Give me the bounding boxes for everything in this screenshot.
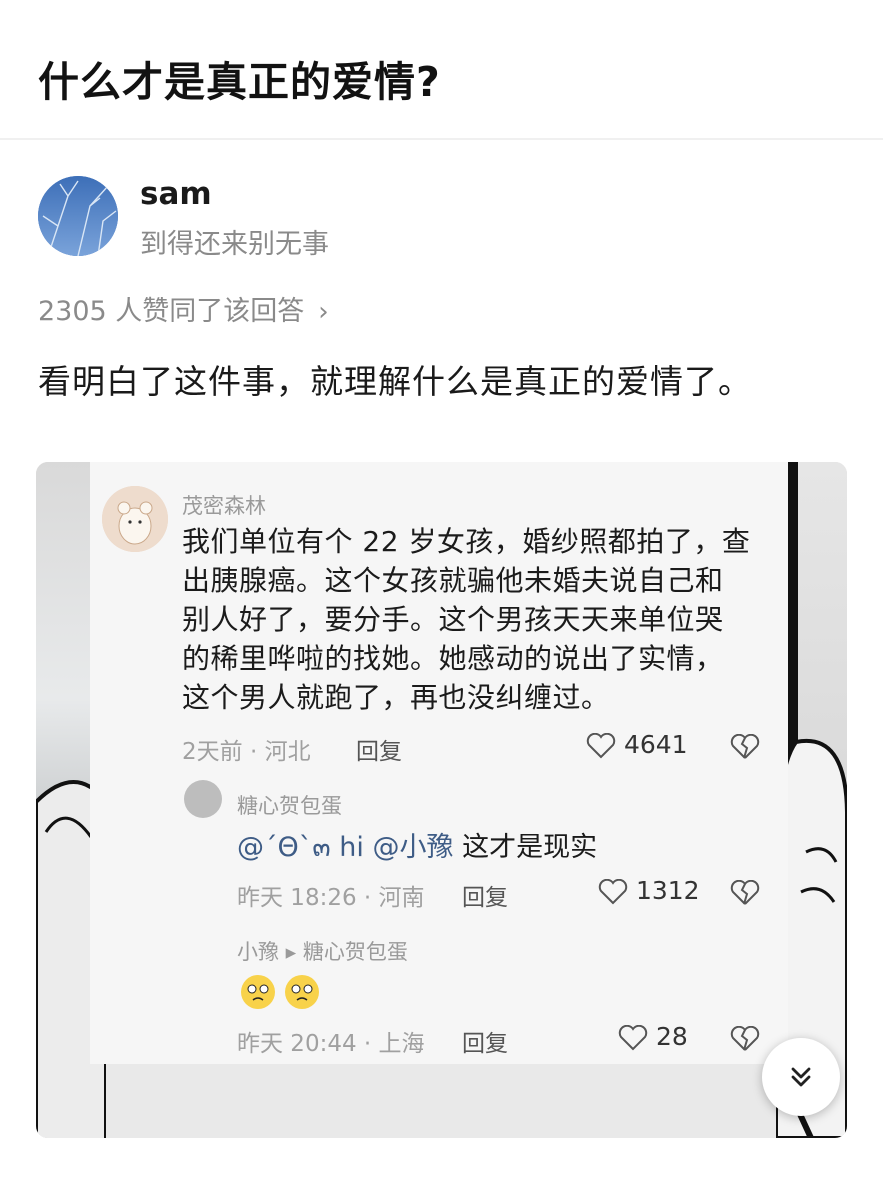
mention: @ˊΘˋ๓ hi <box>237 832 364 863</box>
comment-line: 别人好了，要分手。这个男孩天天来单位哭 <box>182 603 724 636</box>
likes-count: 4641 <box>623 730 688 759</box>
avatar-image <box>38 176 118 256</box>
reply-meta: 昨天 20:44 · 上海 <box>237 1031 425 1057</box>
likes-text: 2305 人赞同了该回答 <box>38 296 305 327</box>
heart-icon <box>586 733 616 759</box>
crying-emoji-icon <box>241 975 319 1009</box>
header-divider <box>0 138 883 140</box>
heart-icon <box>598 879 628 905</box>
likes-count: 28 <box>655 1022 688 1051</box>
reply-text: 这才是现实 <box>453 832 598 863</box>
reply-body: @ˊΘˋ๓ hi @小豫 这才是现实 <box>237 825 597 868</box>
broken-heart-icon <box>730 734 760 759</box>
scroll-down-button[interactable] <box>762 1038 840 1116</box>
comment-likes: 4641 <box>586 730 688 759</box>
heart-icon <box>618 1025 648 1051</box>
author-avatar[interactable] <box>38 176 118 256</box>
reply-meta: 昨天 18:26 · 河南 <box>237 885 425 911</box>
reply-avatar <box>184 780 222 818</box>
comment-line: 的稀里哗啦的找她。她感动的说出了实情， <box>182 642 724 675</box>
reply-username: 小豫 ▸ 糖心贺包蛋 <box>237 940 408 964</box>
mention: @小豫 <box>372 832 454 863</box>
reply-reply-label: 回复 <box>462 1031 508 1057</box>
likes-count: 1312 <box>635 876 700 905</box>
background-bottom <box>36 1062 847 1138</box>
question-title[interactable]: 什么才是真正的爱情? <box>38 48 441 108</box>
answer-text: 看明白了这件事，就理解什么是真正的爱情了。 <box>38 362 752 401</box>
commenter-avatar <box>102 486 168 552</box>
reply-username: 糖心贺包蛋 <box>237 794 342 818</box>
comment-meta: 2天前 · 河北 <box>182 739 311 765</box>
comment-line: 我们单位有个 22 岁女孩，婚纱照都拍了，查 <box>182 525 751 558</box>
answer-image[interactable]: 茂密森林 我们单位有个 22 岁女孩，婚纱照都拍了，查 出胰腺癌。这个女孩就骗他… <box>36 462 847 1138</box>
comment-screenshot: 茂密森林 我们单位有个 22 岁女孩，婚纱照都拍了，查 出胰腺癌。这个女孩就骗他… <box>90 462 788 1064</box>
reply-reply-label: 回复 <box>462 885 508 911</box>
comment-reply-label: 回复 <box>356 739 402 765</box>
double-chevron-down-icon <box>791 1067 811 1087</box>
likes-summary[interactable]: 2305 人赞同了该回答 › <box>38 289 329 328</box>
chevron-right-icon: › <box>318 297 329 327</box>
broken-heart-icon <box>730 1026 760 1051</box>
comment-line: 出胰腺癌。这个女孩就骗他未婚夫说自己和 <box>182 564 724 597</box>
reply-likes: 1312 <box>598 876 700 905</box>
comment-body: 我们单位有个 22 岁女孩，婚纱照都拍了，查 出胰腺癌。这个女孩就骗他未婚夫说自… <box>182 522 767 717</box>
broken-heart-icon <box>730 880 760 905</box>
author-bio: 到得还来别无事 <box>140 229 329 260</box>
reply-likes: 28 <box>618 1022 688 1051</box>
comment-line: 这个男人就跑了，再也没纠缠过。 <box>182 681 610 714</box>
answer-page: 什么才是真正的爱情? sam 到得还来别无事 2305 人赞同了该回答 › 看明白… <box>0 0 883 1200</box>
author-name[interactable]: sam <box>140 176 212 212</box>
comment-username: 茂密森林 <box>182 494 266 518</box>
